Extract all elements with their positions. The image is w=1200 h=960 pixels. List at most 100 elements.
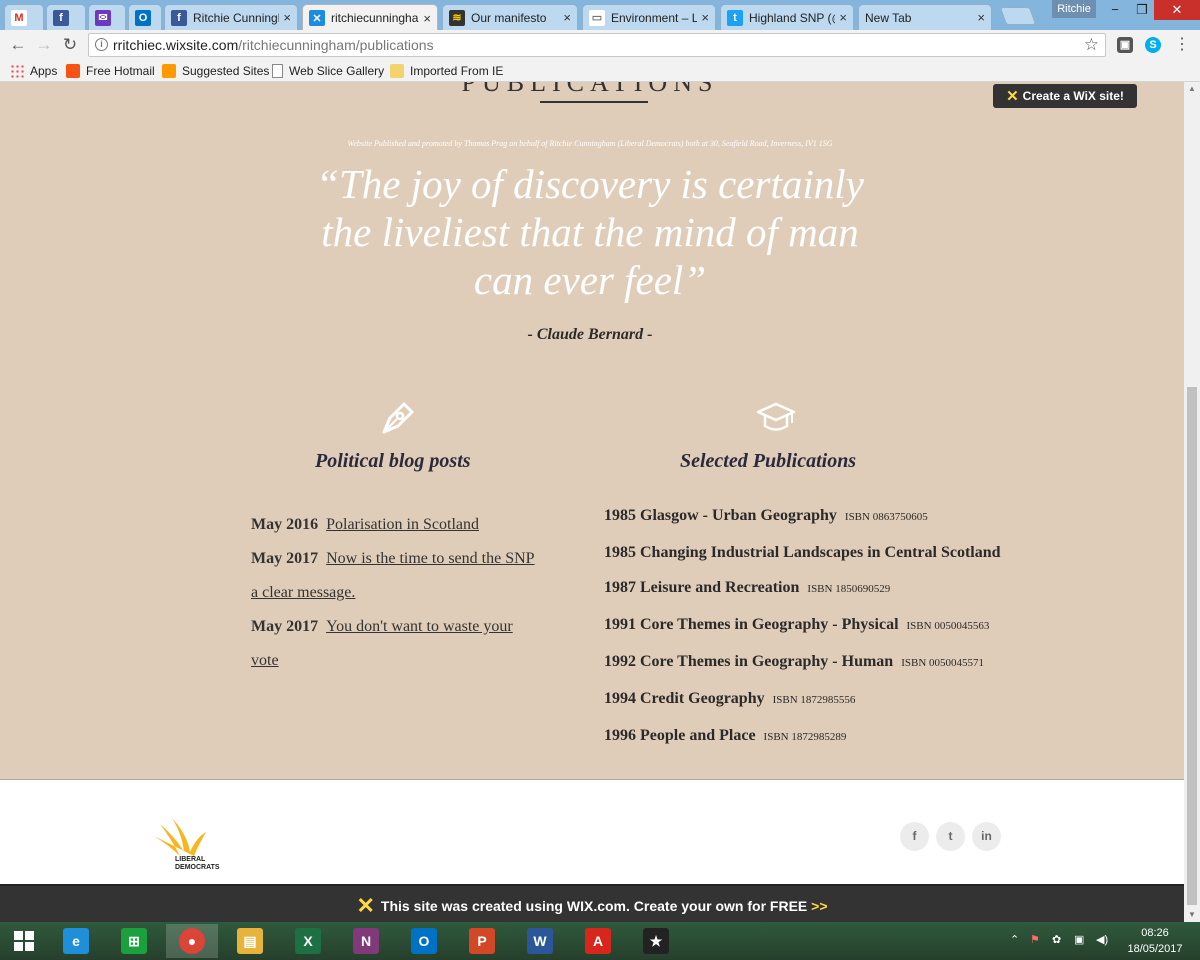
outlook-icon: O — [411, 928, 437, 954]
tab-title: Highland SNP (@ — [749, 10, 836, 25]
wix-promo-banner[interactable]: ✕ This site was created using WIX.com. Cr… — [0, 884, 1184, 922]
extension-icon[interactable]: ▣ — [1117, 37, 1133, 53]
new-tab-button[interactable] — [999, 7, 1037, 25]
facebook-icon[interactable]: f — [900, 822, 929, 851]
create-wix-site-badge[interactable]: ✕ Create a WiX site! — [993, 84, 1137, 108]
publication-isbn: ISBN 0050045563 — [906, 620, 990, 632]
volume-icon[interactable]: ◀) — [1096, 933, 1108, 946]
tab-close-icon[interactable]: × — [423, 11, 431, 26]
taskbar-app-button[interactable]: W — [514, 924, 566, 958]
tray-app-icon[interactable]: ✿ — [1052, 933, 1061, 946]
windows-taskbar: e ⊞ ● ▤ X N O P W A ★ ⌃ ⚑ ✿ ▣ ◀) 08:26 18/05/2017 — [0, 922, 1200, 960]
tab-title: Our manifesto — [471, 10, 547, 25]
restore-button[interactable]: ❐ — [1127, 0, 1157, 20]
browser-tab[interactable]: f — [46, 4, 86, 30]
back-button[interactable]: ← — [8, 35, 28, 55]
page-scrollbar[interactable]: ▲ ▼ — [1184, 82, 1200, 922]
browser-tab[interactable]: ▭ Environment – Li × — [582, 4, 716, 30]
clock-time: 08:26 — [1141, 927, 1169, 939]
clock-date: 18/05/2017 — [1127, 943, 1183, 955]
tab-close-icon[interactable]: × — [563, 10, 571, 25]
minimize-button[interactable]: − — [1100, 0, 1130, 20]
publication-item: 1991 Core Themes in Geography - Physical… — [604, 607, 1074, 644]
blog-section-title: Political blog posts — [315, 450, 471, 472]
liberal-democrats-wordmark: LIBERAL DEMOCRATS — [175, 856, 220, 872]
taskbar-app-button[interactable]: ★ — [630, 924, 682, 958]
taskbar-app-button[interactable]: N — [340, 924, 392, 958]
wix-banner-text: This site was created using WIX.com. Cre… — [380, 898, 808, 914]
heading-divider — [540, 101, 648, 103]
blog-post-link[interactable]: Polarisation in Scotland — [326, 516, 479, 533]
bookmark-item[interactable]: Imported From IE — [390, 63, 503, 79]
powerpoint-icon: P — [469, 928, 495, 954]
taskbar-app-button[interactable]: e — [50, 924, 102, 958]
web-page: PUBLICATIONS ✕ Create a WiX site! Websit… — [0, 82, 1184, 884]
tab-close-icon[interactable]: × — [283, 10, 291, 25]
taskbar-app-button[interactable]: ● — [166, 924, 218, 958]
create-wix-site-label: Create a WiX site! — [1022, 89, 1124, 103]
address-bar[interactable]: i rritchiec.wixsite.com/ritchiecunningha… — [88, 33, 1106, 57]
onenote-icon: N — [353, 928, 379, 954]
tab-close-icon[interactable]: × — [701, 10, 709, 25]
publication-title: 1994 Credit Geography — [604, 690, 765, 707]
bookmark-item[interactable]: Free Hotmail — [66, 63, 155, 79]
browser-tab[interactable]: ✕ ritchiecunningha × — [302, 4, 438, 31]
scroll-up-icon[interactable]: ▲ — [1184, 82, 1200, 96]
publication-item: 1985 Glasgow - Urban Geography ISBN 08637… — [604, 498, 1074, 535]
bookmark-item[interactable]: Apps — [10, 63, 57, 79]
bookmark-item[interactable]: Suggested Sites — [162, 63, 269, 79]
taskbar-app-button[interactable]: X — [282, 924, 334, 958]
site-info-icon[interactable]: i — [95, 38, 108, 51]
browser-tab[interactable]: New Tab × — [858, 4, 992, 30]
taskbar-app-button[interactable]: P — [456, 924, 508, 958]
linkedin-icon[interactable]: in — [972, 822, 1001, 851]
taskbar-app-button[interactable]: ⊞ — [108, 924, 160, 958]
page-icon: ▭ — [589, 9, 605, 26]
action-center-flag-icon[interactable]: ⚑ — [1030, 933, 1040, 946]
publication-isbn: ISBN 0863750605 — [844, 511, 928, 523]
bookmark-item[interactable]: Web Slice Gallery — [272, 63, 384, 79]
taskbar-app-button[interactable]: O — [398, 924, 450, 958]
browser-tab[interactable]: ✉ — [88, 4, 126, 30]
wix-x-icon: ✕ — [1006, 88, 1019, 105]
quote-author: - Claude Bernard - — [527, 326, 653, 343]
tab-close-icon[interactable]: × — [977, 10, 985, 25]
browser-tab[interactable]: O — [128, 4, 162, 30]
twitter-icon: t — [727, 9, 743, 26]
tab-close-icon[interactable]: × — [839, 10, 847, 25]
publications-section-title: Selected Publications — [680, 450, 857, 472]
acrobat-icon: A — [585, 928, 611, 954]
publication-title: 1987 Leisure and Recreation — [604, 579, 800, 596]
start-button[interactable] — [0, 924, 48, 958]
tray-overflow-icon[interactable]: ⌃ — [1010, 933, 1019, 946]
publication-title: 1991 Core Themes in Geography - Physical — [604, 616, 899, 633]
windows-logo-icon — [14, 931, 34, 951]
chrome-menu-icon[interactable]: ⋮ — [1172, 35, 1192, 55]
browser-tab[interactable]: t Highland SNP (@ × — [720, 4, 854, 30]
taskbar-app-button[interactable]: A — [572, 924, 624, 958]
network-icon[interactable]: ▣ — [1074, 933, 1084, 946]
system-clock[interactable]: 08:26 18/05/2017 — [1125, 925, 1185, 957]
profile-button[interactable]: Ritchie — [1052, 0, 1096, 18]
taskbar-app-button[interactable]: ▤ — [224, 924, 276, 958]
publication-item: 1994 Credit Geography ISBN 1872985556 — [604, 681, 1074, 718]
publication-title: 1992 Core Themes in Geography - Human — [604, 653, 894, 670]
blog-post-item: May 2017 You don't want to waste your vot… — [251, 610, 541, 678]
close-window-button[interactable]: ✕ — [1154, 0, 1200, 20]
forward-button[interactable]: → — [34, 35, 54, 55]
scroll-down-icon[interactable]: ▼ — [1184, 908, 1200, 922]
browser-tab[interactable]: f Ritchie Cunningh × — [164, 4, 298, 30]
twitter-icon[interactable]: t — [936, 822, 965, 851]
blog-post-item: May 2017 Now is the time to send the SNP … — [251, 542, 541, 610]
wix-banner-arrow: >> — [811, 898, 828, 914]
browser-tab[interactable]: ≋ Our manifesto × — [442, 4, 578, 30]
publication-item: 1992 Core Themes in Geography - Human ISB… — [604, 644, 1074, 681]
logo-text-line1: LIBERAL — [175, 856, 206, 863]
browser-tab[interactable]: M — [4, 4, 44, 30]
reload-button[interactable]: ↻ — [60, 35, 80, 55]
bookmark-star-icon[interactable]: ☆ — [1084, 34, 1099, 56]
publication-item: 1987 Leisure and Recreation ISBN 18506905… — [604, 570, 1074, 607]
skype-icon[interactable]: S — [1145, 37, 1161, 53]
scrollbar-thumb[interactable] — [1187, 387, 1197, 905]
browser-toolbar: ← → ↻ i rritchiec.wixsite.com/ritchiecun… — [0, 30, 1200, 60]
